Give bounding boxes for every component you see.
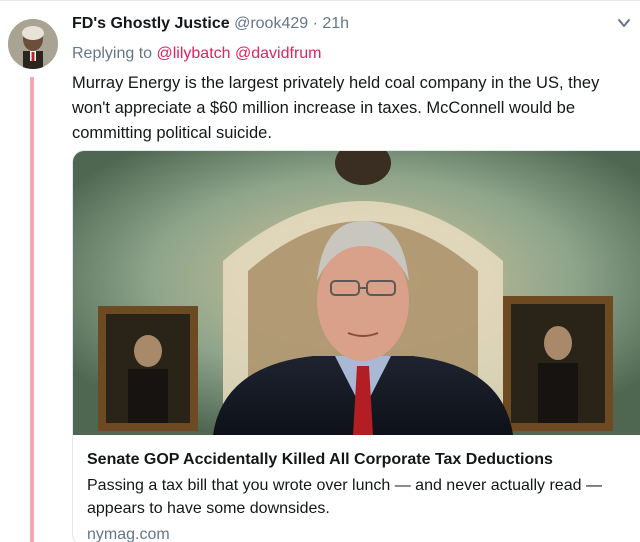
separator-dot: · [312,15,318,32]
tweet[interactable]: FD's Ghostly Justice @rook429 · 21h Repl… [0,0,640,542]
card-image [73,151,640,435]
mention-link[interactable]: @lilybatch [157,45,231,62]
avatar[interactable] [8,19,58,69]
mention-link[interactable]: @davidfrum [235,45,322,62]
replying-prefix: Replying to [72,45,153,62]
card-domain[interactable]: nymag.com [87,526,627,542]
card-title[interactable]: Senate GOP Accidentally Killed All Corpo… [87,449,627,471]
thread-line [30,77,34,542]
chevron-down-icon[interactable] [616,15,632,31]
timestamp[interactable]: 21h [322,15,349,32]
replying-to: Replying to @lilybatch @davidfrum [72,45,322,63]
card-body: Senate GOP Accidentally Killed All Corpo… [73,435,640,542]
author-handle[interactable]: @rook429 [234,15,308,32]
card-description: Passing a tax bill that you wrote over l… [87,477,602,517]
tweet-text: Murray Energy is the largest privately h… [72,74,600,142]
link-card[interactable]: Senate GOP Accidentally Killed All Corpo… [72,150,640,542]
author-name[interactable]: FD's Ghostly Justice [72,15,230,32]
tweet-header: FD's Ghostly Justice @rook429 · 21h [72,15,349,33]
avatar-portrait [8,19,58,69]
